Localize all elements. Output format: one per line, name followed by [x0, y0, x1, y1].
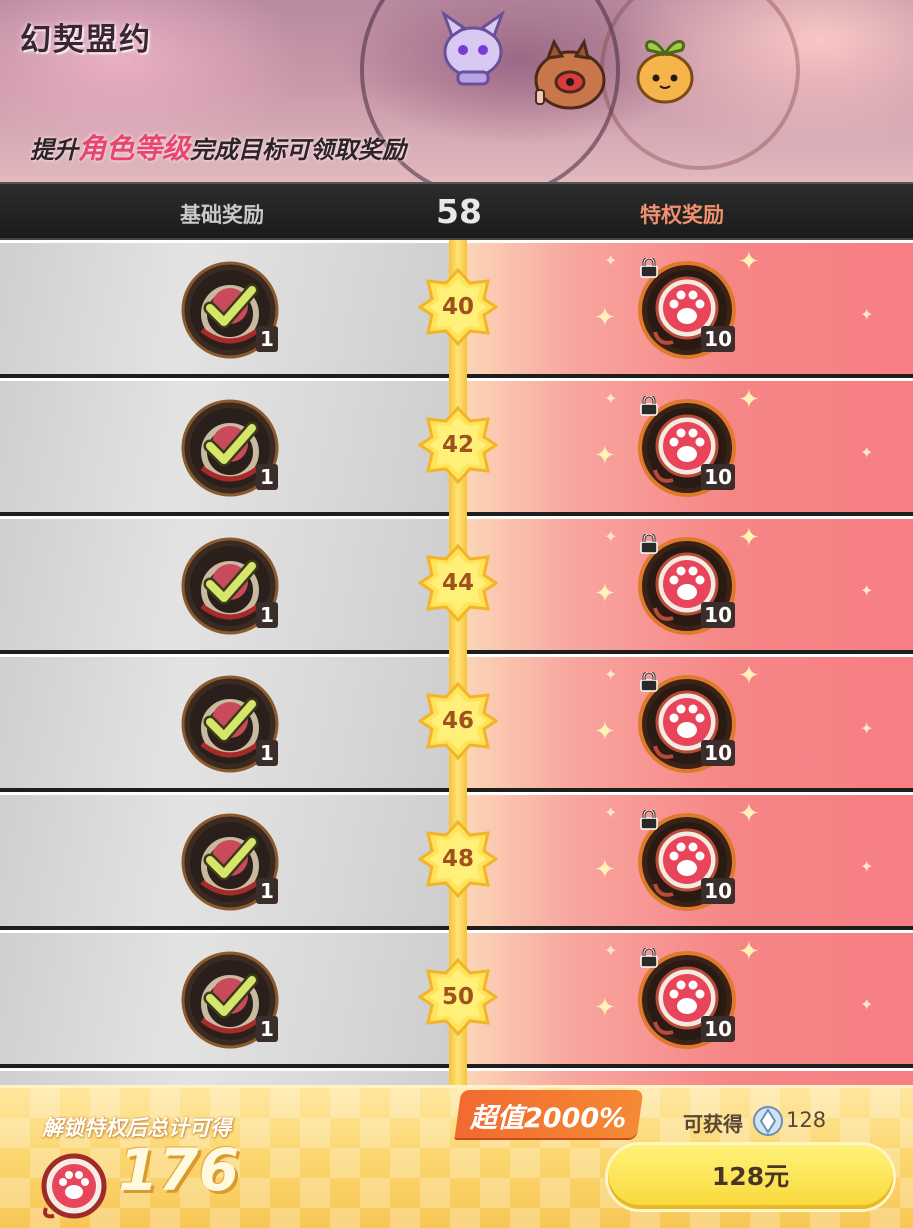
level-badge: 50	[417, 957, 499, 1037]
premium-reward-item[interactable]: 10	[637, 396, 737, 498]
sparkle-icon: ✦	[604, 389, 618, 408]
basic-reward-item[interactable]: 1	[180, 674, 280, 774]
premium-reward-item[interactable]: 10	[637, 672, 737, 774]
obtain-label: 可获得	[683, 1112, 743, 1136]
premium-reward-item[interactable]: 10	[637, 810, 737, 912]
sparkle-icon: ✦	[738, 247, 760, 277]
basic-reward-qty: 1	[256, 464, 278, 490]
level-number: 40	[441, 294, 474, 320]
basic-reward-cell: 1	[0, 516, 458, 650]
orange-sprout-pet-icon	[636, 40, 694, 104]
sparkle-icon: ✦	[594, 855, 616, 885]
purchase-footer: 解锁特权后总计可得 176 超值2000% 可获得 128 128元	[0, 1085, 913, 1228]
sparkle-icon: ✦	[860, 305, 874, 324]
premium-reward-qty: 10	[701, 1016, 735, 1042]
sparkle-icon: ✦	[738, 385, 760, 415]
premium-reward-label: 特权奖励	[640, 203, 724, 227]
basic-reward-item[interactable]: 1	[180, 260, 280, 360]
premium-reward-qty: 10	[701, 878, 735, 904]
purple-pet-icon	[440, 10, 506, 86]
sparkle-icon: ✦	[738, 661, 760, 691]
sparkle-icon: ✦	[604, 803, 618, 822]
sparkle-icon: ✦	[604, 941, 618, 960]
premium-reward-cell: ✦ ✦ ✦ ✦ 10	[458, 240, 913, 374]
basic-reward-cell: 1	[0, 378, 458, 512]
brown-pig-pet-icon	[534, 38, 606, 110]
obtain-count: 128	[786, 1108, 827, 1132]
premium-reward-cell: ✦ ✦ ✦ ✦ 10	[458, 378, 913, 512]
lock-icon	[639, 948, 659, 968]
event-title: 幻契盟约	[20, 22, 152, 58]
sparkle-icon: ✦	[604, 527, 618, 546]
basic-reward-item[interactable]: 1	[180, 398, 280, 498]
event-banner: 幻契盟约 提升角色等级完成目标可领取奖励	[0, 0, 913, 182]
basic-reward-qty: 1	[256, 326, 278, 352]
current-level: 58	[436, 192, 482, 231]
level-badge: 44	[417, 543, 499, 623]
basic-reward-cell: 1	[0, 654, 458, 788]
basic-reward-item[interactable]: 1	[180, 950, 280, 1050]
basic-reward-cell: 1	[0, 930, 458, 1064]
sparkle-icon: ✦	[594, 993, 616, 1023]
sparkle-icon: ✦	[594, 303, 616, 333]
sparkle-icon: ✦	[604, 665, 618, 684]
sparkle-icon: ✦	[860, 443, 874, 462]
level-badge: 42	[417, 405, 499, 485]
basic-reward-qty: 1	[256, 602, 278, 628]
level-badge: 48	[417, 819, 499, 899]
subtitle-text-pre: 提升	[30, 136, 78, 164]
basic-reward-cell: 1	[0, 792, 458, 926]
premium-reward-qty: 10	[701, 326, 735, 352]
sparkle-icon: ✦	[860, 995, 874, 1014]
event-subtitle: 提升角色等级完成目标可领取奖励	[30, 127, 406, 167]
total-reward-count: 176	[118, 1136, 240, 1204]
level-number: 44	[441, 570, 474, 596]
basic-reward-qty: 1	[256, 878, 278, 904]
sparkle-icon: ✦	[860, 581, 874, 600]
sparkle-icon: ✦	[738, 937, 760, 967]
lock-icon	[639, 810, 659, 830]
paw-token-icon	[41, 1153, 107, 1219]
basic-reward-qty: 1	[256, 1016, 278, 1042]
deal-badge-text: 超值2000%	[470, 1103, 627, 1134]
basic-reward-cell: 1	[0, 240, 458, 374]
basic-reward-qty: 1	[256, 740, 278, 766]
sparkle-icon: ✦	[738, 523, 760, 553]
lock-icon	[639, 258, 659, 278]
crystal-currency-icon	[753, 1106, 783, 1136]
premium-reward-item[interactable]: 10	[637, 948, 737, 1050]
basic-reward-label: 基础奖励	[180, 203, 264, 227]
premium-reward-cell: ✦ ✦ ✦ ✦ 10	[458, 792, 913, 926]
sparkle-icon: ✦	[594, 441, 616, 471]
purchase-price-button[interactable]: 128元	[608, 1145, 893, 1209]
subtitle-highlight: 角色等级	[78, 132, 191, 165]
premium-reward-qty: 10	[701, 464, 735, 490]
premium-reward-item[interactable]: 10	[637, 258, 737, 360]
lock-icon	[639, 534, 659, 554]
sparkle-icon: ✦	[604, 251, 618, 270]
premium-reward-cell: ✦ ✦ ✦ ✦ 10	[458, 654, 913, 788]
sparkle-icon: ✦	[738, 799, 760, 829]
premium-reward-qty: 10	[701, 740, 735, 766]
sparkle-icon: ✦	[594, 717, 616, 747]
level-number: 46	[441, 708, 474, 734]
sparkle-icon: ✦	[594, 579, 616, 609]
basic-reward-item[interactable]: 1	[180, 812, 280, 912]
lock-icon	[639, 396, 659, 416]
reward-header-bar: 基础奖励 58 特权奖励	[0, 182, 913, 240]
premium-reward-cell: ✦ ✦ ✦ ✦ 10	[458, 930, 913, 1064]
sparkle-icon: ✦	[860, 719, 874, 738]
basic-reward-item[interactable]: 1	[180, 536, 280, 636]
level-number: 42	[441, 432, 474, 458]
premium-reward-qty: 10	[701, 602, 735, 628]
lock-icon	[639, 672, 659, 692]
premium-reward-item[interactable]: 10	[637, 534, 737, 636]
sparkle-icon: ✦	[860, 857, 874, 876]
premium-reward-cell: ✦ ✦ ✦ ✦ 10	[458, 516, 913, 650]
level-badge: 46	[417, 681, 499, 761]
level-number: 50	[441, 984, 474, 1010]
level-badge: 40	[417, 267, 499, 347]
subtitle-text-post: 完成目标可领取奖励	[190, 136, 407, 164]
level-number: 48	[441, 846, 474, 872]
